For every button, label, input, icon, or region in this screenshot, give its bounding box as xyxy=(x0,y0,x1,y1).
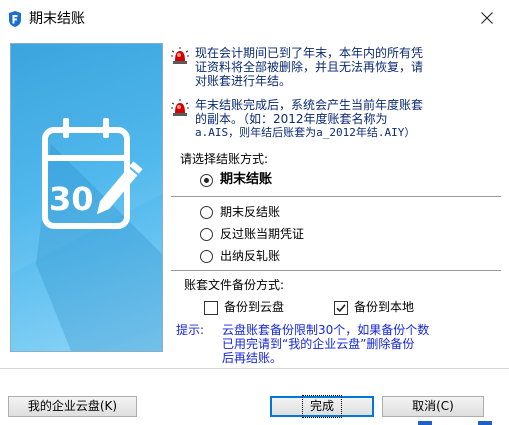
checkbox-box xyxy=(334,301,348,315)
divider xyxy=(171,270,501,271)
divider xyxy=(171,196,501,197)
finish-button[interactable]: 完成 xyxy=(270,395,374,418)
message-line: 现在会计期间已到了年末，本年内的所有凭 xyxy=(195,46,424,60)
period-end-dialog: 期末结账 30 现在会计期间已到了年末，本年内的所有凭 证资料将全部被删除，并且… xyxy=(0,0,509,425)
radio-label: 出纳反轧账 xyxy=(220,249,281,263)
radio-circle xyxy=(200,174,213,187)
red-alert-light-icon xyxy=(171,99,189,120)
app-logo-icon xyxy=(8,11,22,27)
year-end-warning: 现在会计期间已到了年末，本年内的所有凭 证资料将全部被删除，并且无法再恢复，请 … xyxy=(171,46,505,92)
window-title: 期末结账 xyxy=(29,11,85,27)
closing-mode-label: 请选择结账方式: xyxy=(180,152,269,166)
checkbox-label: 备份到云盘 xyxy=(224,300,285,314)
message-line: 对账套进行年结。 xyxy=(195,74,292,88)
radio-circle xyxy=(200,206,213,219)
checkbox-box xyxy=(204,301,218,315)
checkbox-label: 备份到本地 xyxy=(354,300,415,314)
radio-label: 期末反结账 xyxy=(220,205,281,219)
cancel-button[interactable]: 取消(C) xyxy=(382,396,484,417)
taskbar-edge xyxy=(478,421,492,425)
button-label: 我的企业云盘(K) xyxy=(27,399,118,413)
calendar-day: 30 xyxy=(49,180,94,218)
message-line: 证资料将全部被删除，并且无法再恢复，请 xyxy=(195,60,424,74)
radio-label: 期末结账 xyxy=(220,172,273,187)
tip-line: 后再结账。 xyxy=(222,351,283,365)
illustration-panel: 30 xyxy=(10,43,163,352)
message-line: 年末结账完成后，系统会产生当前年度账套 xyxy=(195,98,424,112)
footer-divider xyxy=(0,368,509,369)
tip-line: 云盘账套备份限制30个，如果备份个数 xyxy=(222,323,430,337)
tip-line: 已用完请到“我的企业云盘”删除备份 xyxy=(222,337,415,351)
my-enterprise-cloud-button[interactable]: 我的企业云盘(K) xyxy=(8,396,137,417)
radio-circle xyxy=(200,228,213,241)
button-label: 取消(C) xyxy=(412,399,454,413)
radio-label: 反过账当期凭证 xyxy=(220,227,305,241)
message-line: a.AIS，则年结后账套为a_2012年结.AIY） xyxy=(195,126,416,139)
message-line: 的副本。（如：2012年度账套名称为 xyxy=(195,112,388,126)
tip-label: 提示: xyxy=(176,323,205,337)
red-alert-light-icon xyxy=(171,47,189,68)
button-label: 完成 xyxy=(301,395,343,418)
title-bar: 期末结账 xyxy=(0,0,509,36)
year-end-copy-note: 年末结账完成后，系统会产生当前年度账套 的副本。（如：2012年度账套名称为 a… xyxy=(171,98,505,144)
taskbar-edge xyxy=(418,421,432,425)
close-icon xyxy=(481,12,493,24)
close-button[interactable] xyxy=(465,0,509,36)
radio-circle xyxy=(200,250,213,263)
check-icon xyxy=(336,304,346,313)
backup-mode-label: 账套文件备份方式: xyxy=(184,278,285,292)
